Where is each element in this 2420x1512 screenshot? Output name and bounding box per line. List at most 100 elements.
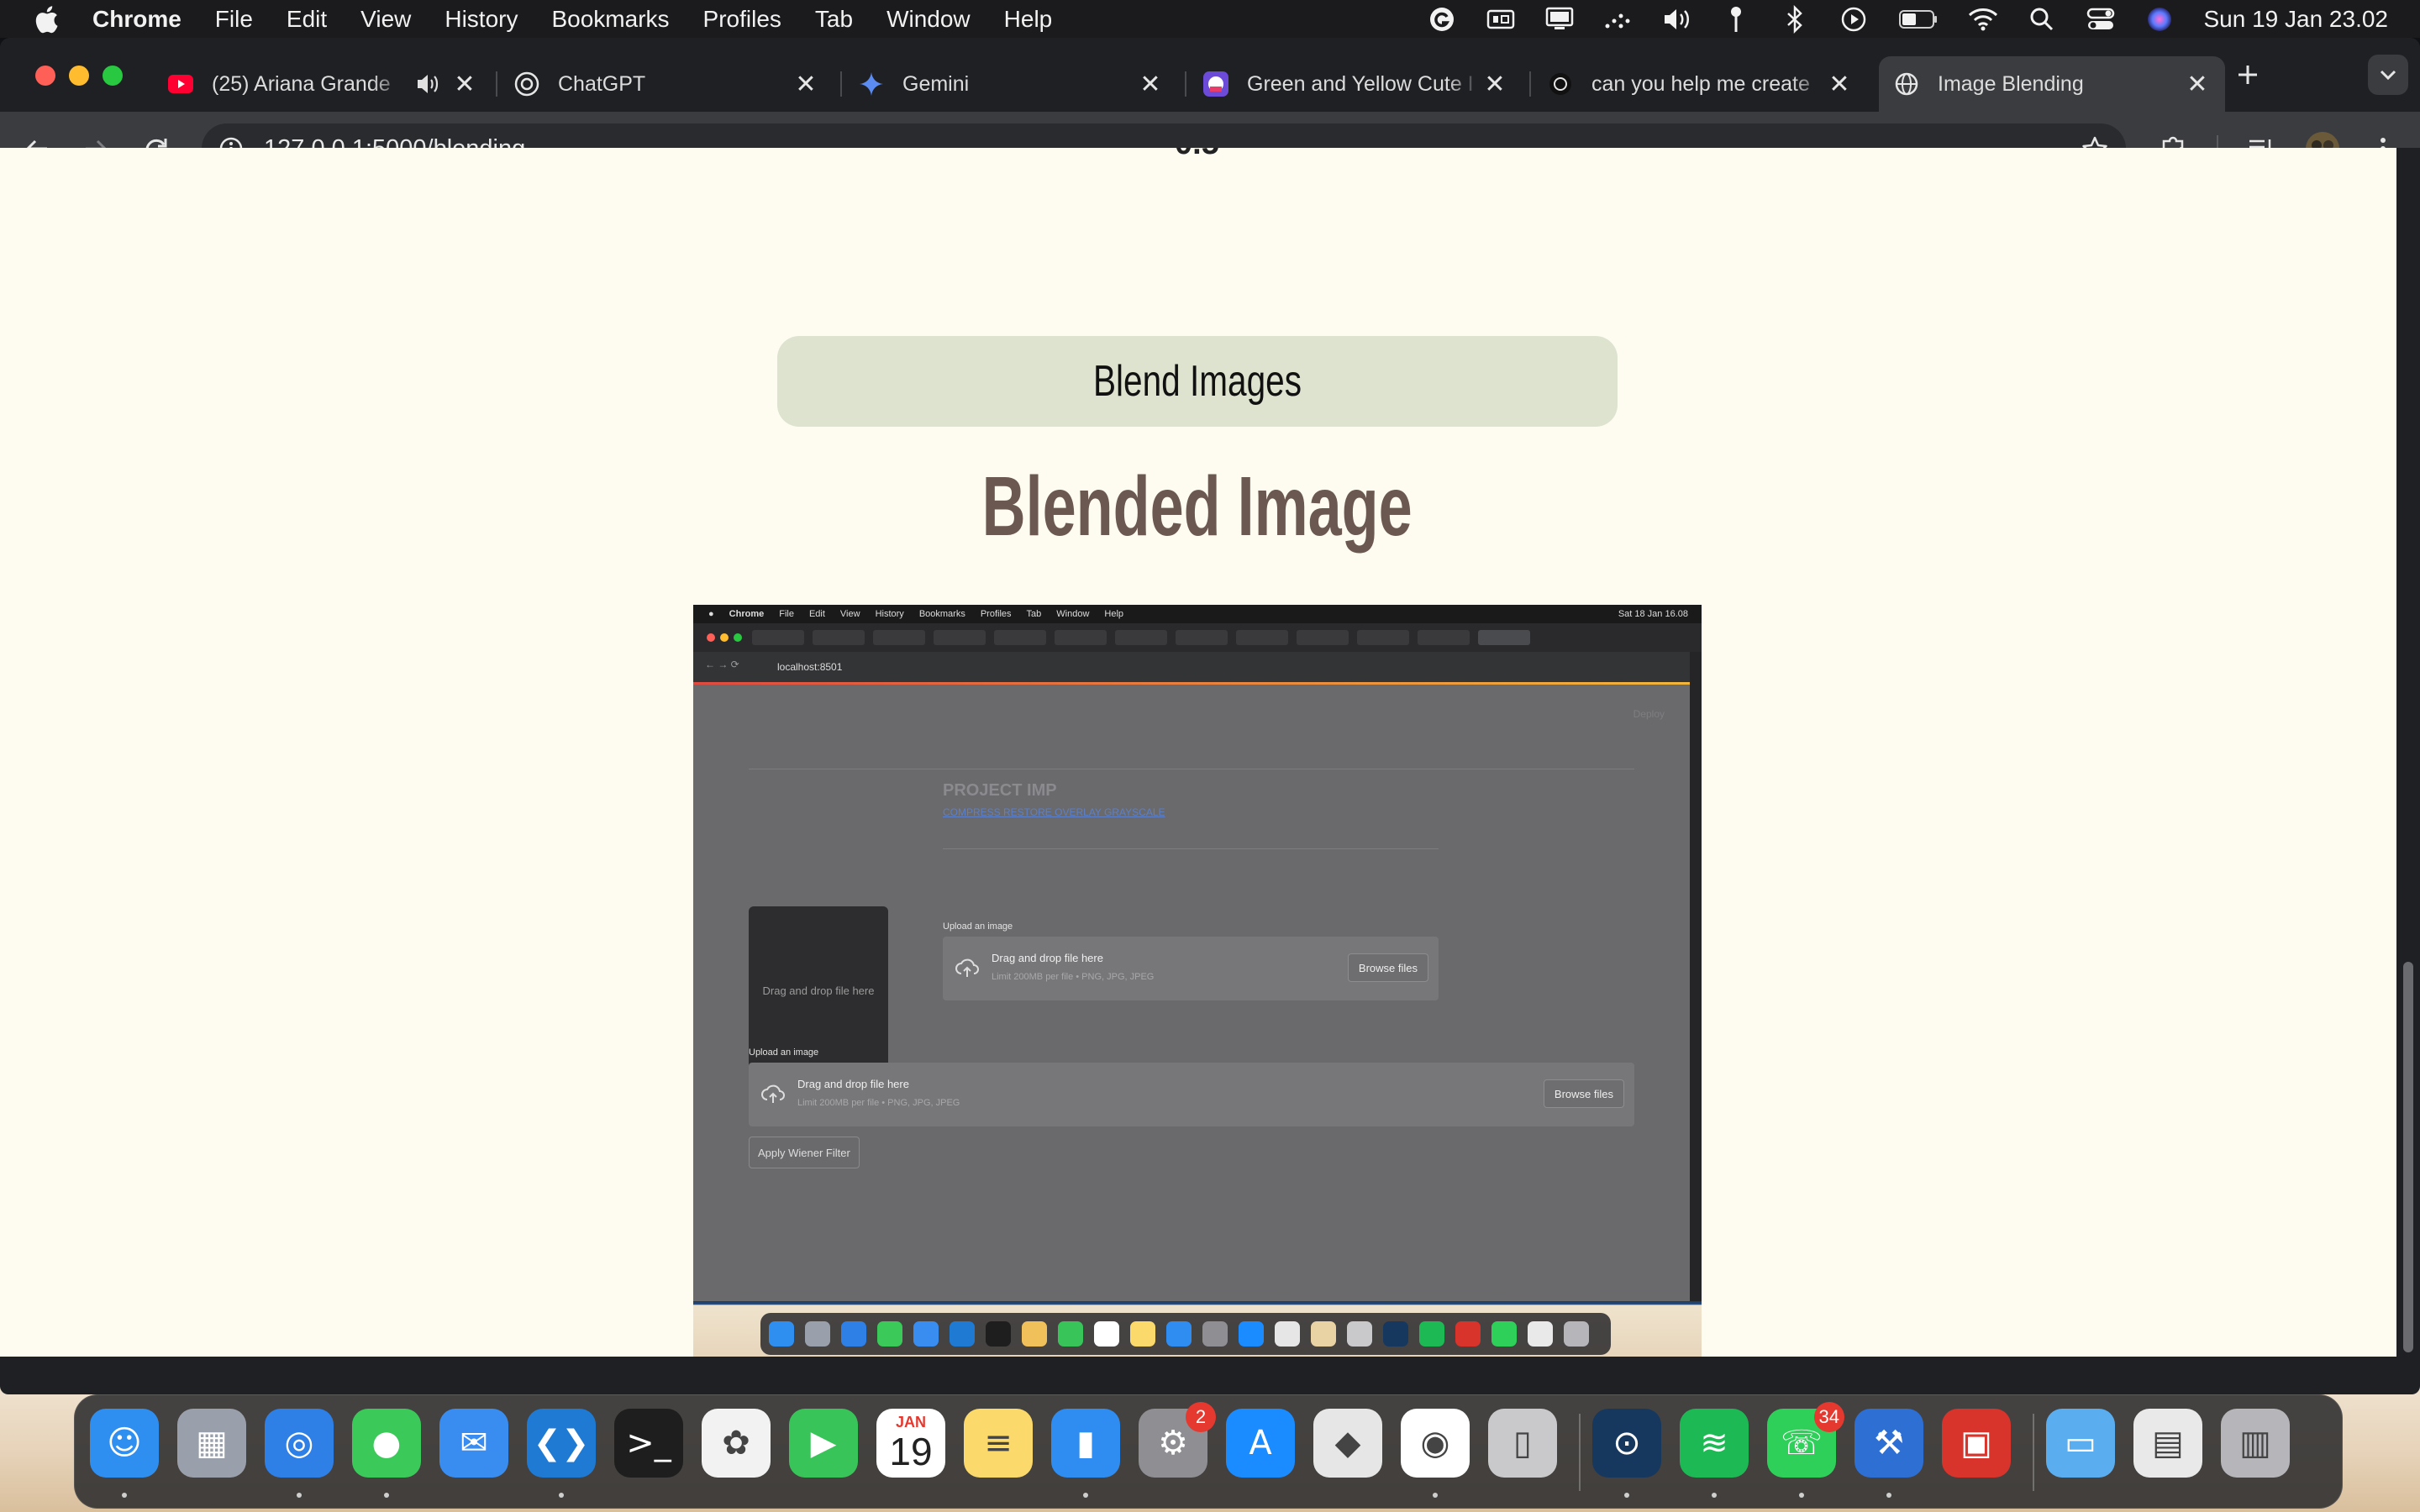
folder-icon-glyph: ▭: [2065, 1424, 2096, 1462]
tab-title: Image Blending: [1938, 71, 2183, 97]
result-browse-button: Browse files: [1543, 1079, 1624, 1108]
result-tab: [934, 630, 986, 645]
result-project-title: PROJECT IMP: [943, 781, 1057, 800]
result-menu-item: Help: [1104, 609, 1124, 619]
photos-icon[interactable]: ✿: [702, 1409, 771, 1478]
close-tab-icon[interactable]: ✕: [2183, 70, 2212, 98]
blended-image-heading-text: Blended Image: [981, 459, 1413, 554]
result-tabstrip: [693, 623, 1702, 652]
menu-file[interactable]: File: [215, 6, 253, 33]
menu-tab[interactable]: Tab: [815, 6, 853, 33]
globe-icon: [1894, 71, 1919, 97]
minimize-window-button[interactable]: [69, 66, 89, 86]
bluetooth-icon[interactable]: [1780, 4, 1810, 34]
tab-title: (25) Ariana Grande: [212, 71, 405, 97]
menu-window[interactable]: Window: [886, 6, 971, 33]
display-icon[interactable]: [1544, 4, 1575, 34]
iphone-mirroring-icon[interactable]: ▯: [1488, 1409, 1557, 1478]
menu-history[interactable]: History: [445, 6, 518, 33]
tab-chatgpt[interactable]: ChatGPT ✕: [499, 56, 834, 112]
audio-playing-icon[interactable]: [413, 70, 442, 98]
safari-icon[interactable]: ◎: [265, 1409, 334, 1478]
result-scrollbar: [1690, 652, 1702, 1304]
result-menu-item: History: [875, 609, 904, 619]
result-tab: [1418, 630, 1470, 645]
control-center-icon[interactable]: [2086, 4, 2116, 34]
launchpad-icon-glyph: ▦: [196, 1424, 228, 1462]
volume-icon[interactable]: [1662, 4, 1692, 34]
chrome-icon[interactable]: ◉: [1401, 1409, 1470, 1478]
notes-icon[interactable]: ≡: [964, 1409, 1033, 1478]
photobooth-icon[interactable]: ▣: [1942, 1409, 2011, 1478]
vscode-icon[interactable]: ❮❯: [527, 1409, 596, 1478]
steam-icon-glyph: ⊙: [1612, 1424, 1641, 1462]
menu-bookmarks[interactable]: Bookmarks: [551, 6, 669, 33]
xcode-icon[interactable]: ⚒: [1854, 1409, 1923, 1478]
terminal-icon[interactable]: >_: [614, 1409, 683, 1478]
spotify-icon[interactable]: ≋: [1680, 1409, 1749, 1478]
wifi-icon[interactable]: [1968, 4, 1998, 34]
documents-stack-icon-glyph: ▤: [2152, 1424, 2184, 1462]
tab-gemini[interactable]: Gemini ✕: [844, 56, 1178, 112]
play-icon[interactable]: [1839, 4, 1869, 34]
running-indicator: [297, 1493, 302, 1498]
finder-icon-glyph: ☺: [107, 1424, 142, 1462]
tab-chatgpt-conversation[interactable]: can you help me create ✕: [1533, 56, 1867, 112]
page-content: 0.5 Blend Images Blended Image ● Chrome …: [0, 148, 2396, 1357]
mail-icon[interactable]: ✉: [439, 1409, 508, 1478]
close-tab-icon[interactable]: ✕: [1136, 70, 1165, 98]
launchpad-icon[interactable]: ▦: [177, 1409, 246, 1478]
search-icon[interactable]: [2027, 4, 2057, 34]
close-tab-icon[interactable]: ✕: [792, 70, 820, 98]
close-tab-icon[interactable]: ✕: [1481, 70, 1509, 98]
cutoff-text: 0.5: [1175, 148, 1219, 161]
documents-stack-icon[interactable]: ▤: [2133, 1409, 2202, 1478]
result-uploader-title: Drag and drop file here: [992, 952, 1103, 964]
zoom-window-button[interactable]: [103, 66, 123, 86]
appstore-icon[interactable]: A: [1226, 1409, 1295, 1478]
screen-mirroring-icon[interactable]: [1486, 4, 1516, 34]
menu-profiles[interactable]: Profiles: [703, 6, 781, 33]
folder-icon[interactable]: ▭: [2046, 1409, 2115, 1478]
close-tab-icon[interactable]: ✕: [450, 70, 479, 98]
steam-icon[interactable]: ⊙: [1592, 1409, 1661, 1478]
tab-search-chevron-icon[interactable]: [2368, 55, 2408, 95]
dots-icon[interactable]: [1603, 4, 1634, 34]
result-menu-item: Edit: [808, 609, 825, 619]
pin-icon[interactable]: [1721, 4, 1751, 34]
menu-view[interactable]: View: [360, 6, 411, 33]
blend-images-button[interactable]: Blend Images: [777, 336, 1618, 427]
running-indicator: [559, 1493, 564, 1498]
tab-title: can you help me create: [1591, 71, 1825, 97]
trash-icon[interactable]: ▥: [2221, 1409, 2290, 1478]
settings-icon[interactable]: ⚙ 2: [1139, 1402, 1216, 1478]
tab-canva-design[interactable]: Green and Yellow Cute I ✕: [1188, 56, 1523, 112]
keynote-icon[interactable]: ▮: [1051, 1409, 1120, 1478]
grammarly-icon[interactable]: [1427, 4, 1457, 34]
menu-help[interactable]: Help: [1004, 6, 1053, 33]
page-scrollbar-thumb[interactable]: [2403, 962, 2413, 1352]
close-tab-icon[interactable]: ✕: [1825, 70, 1854, 98]
messages-icon[interactable]: ●: [352, 1409, 421, 1478]
result-tab-active: [1478, 630, 1530, 645]
result-tab: [1176, 630, 1228, 645]
apple-menu-icon[interactable]: [30, 3, 62, 35]
tab-ariana-grande[interactable]: (25) Ariana Grande ✕: [153, 56, 492, 112]
finder-icon[interactable]: ☺: [90, 1409, 159, 1478]
iphone-mirroring-icon-glyph: ▯: [1512, 1424, 1532, 1462]
close-window-button[interactable]: [35, 66, 55, 86]
roblox-icon[interactable]: ◆: [1313, 1409, 1382, 1478]
menu-app-name[interactable]: Chrome: [92, 6, 182, 33]
whatsapp-icon[interactable]: ☏ 34: [1767, 1402, 1844, 1478]
siri-icon[interactable]: [2144, 4, 2175, 34]
result-url: localhost:8501: [777, 661, 843, 673]
running-indicator: [1886, 1493, 1891, 1498]
vscode-icon-glyph: ❮❯: [533, 1424, 590, 1462]
calendar-icon[interactable]: JAN 19: [876, 1409, 945, 1478]
tab-title: Gemini: [902, 71, 1136, 97]
menu-edit[interactable]: Edit: [287, 6, 327, 33]
facetime-icon[interactable]: ▶: [789, 1409, 858, 1478]
menu-clock[interactable]: Sun 19 Jan 23.02: [2203, 6, 2388, 33]
new-tab-icon[interactable]: [2229, 56, 2266, 93]
tab-image-blending[interactable]: Image Blending ✕: [1879, 56, 2225, 112]
